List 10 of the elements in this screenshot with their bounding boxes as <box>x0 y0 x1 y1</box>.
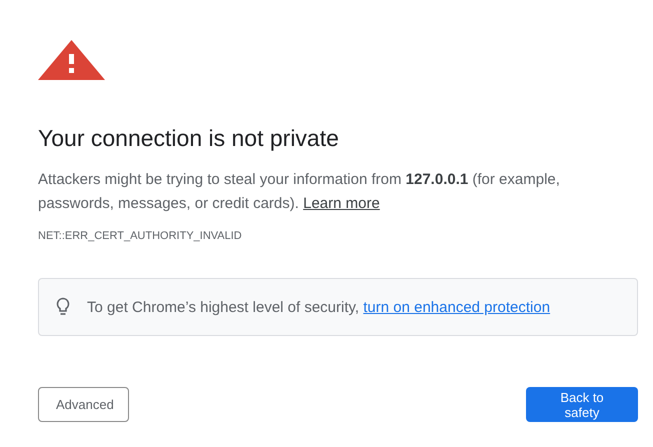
back-to-safety-button[interactable]: Back to safety <box>526 387 638 422</box>
learn-more-link[interactable]: Learn more <box>303 195 380 212</box>
page-heading: Your connection is not private <box>38 124 340 152</box>
enhanced-protection-link[interactable]: turn on enhanced protection <box>363 298 550 316</box>
tip-text: To get Chrome’s highest level of security, turn on enhanced protection <box>87 298 550 316</box>
error-code: NET::ERR_CERT_AUTHORITY_INVALID <box>38 230 243 242</box>
warning-icon <box>38 40 105 80</box>
advanced-button[interactable]: Advanced <box>38 387 129 422</box>
warning-message: Attackers might be trying to steal your information from 127.0.0.1 (for example, passwords, messages, or credit cards). Learn more <box>38 170 561 214</box>
lightbulb-icon <box>55 297 71 317</box>
